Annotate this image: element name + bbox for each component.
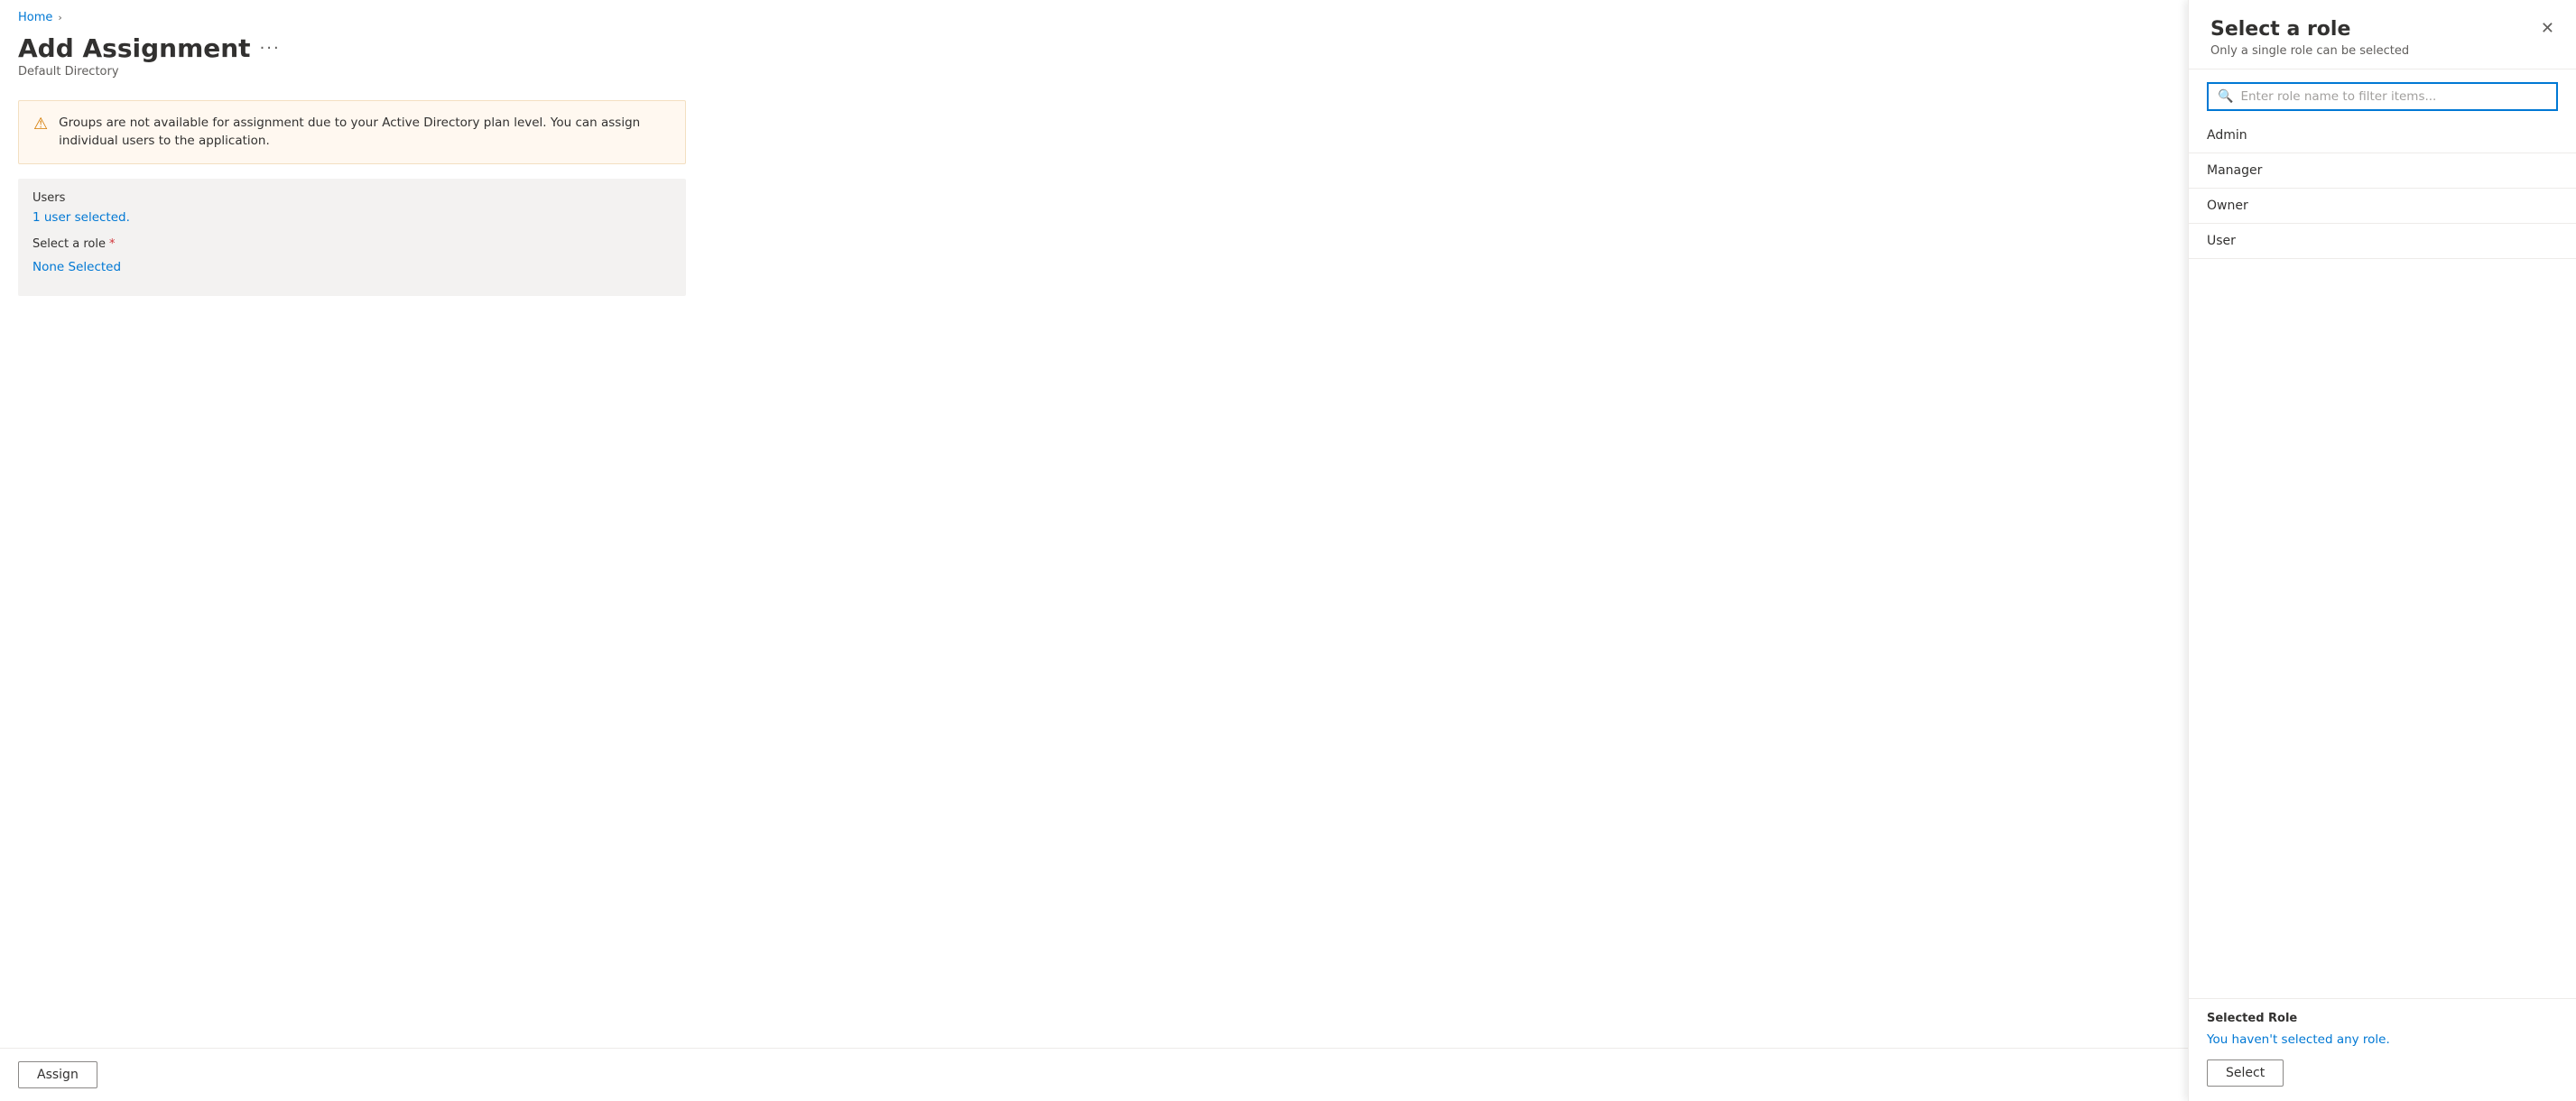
breadcrumb-home-link[interactable]: Home (18, 11, 52, 24)
selected-role-label: Selected Role (2207, 1012, 2558, 1025)
page-subtitle: Default Directory (18, 65, 2558, 79)
warning-banner: ⚠ Groups are not available for assignmen… (18, 100, 686, 164)
more-options-icon[interactable]: ··· (260, 39, 281, 58)
users-selected-link[interactable]: 1 user selected. (32, 210, 130, 225)
role-search-input[interactable] (2240, 89, 2547, 104)
role-field-label: Select a role (32, 237, 106, 251)
role-list-item[interactable]: User (2189, 224, 2576, 259)
users-section-label: Users (32, 191, 672, 205)
role-list-item[interactable]: Owner (2189, 189, 2576, 224)
select-button[interactable]: Select (2207, 1059, 2284, 1087)
none-selected-value[interactable]: None Selected (32, 256, 672, 278)
panel-subtitle: Only a single role can be selected (2210, 44, 2409, 58)
page-title: Add Assignment (18, 33, 251, 63)
page-title-row: Add Assignment ··· (18, 33, 2558, 63)
panel-footer: Selected Role You haven't selected any r… (2189, 998, 2576, 1101)
role-list-item[interactable]: Manager (2189, 153, 2576, 189)
panel-header: Select a role Only a single role can be … (2189, 0, 2576, 69)
select-role-panel: Select a role Only a single role can be … (2188, 0, 2576, 1101)
no-role-selected-text: You haven't selected any role. (2207, 1032, 2558, 1047)
panel-close-button[interactable]: ✕ (2537, 18, 2558, 38)
assignment-section: Users 1 user selected. Select a role * N… (18, 179, 686, 296)
breadcrumb-separator: › (58, 12, 61, 23)
warning-text: Groups are not available for assignment … (59, 114, 671, 151)
bottom-bar: Assign (0, 1048, 2188, 1101)
warning-icon: ⚠ (33, 115, 48, 134)
assign-button[interactable]: Assign (18, 1061, 97, 1088)
roles-list: AdminManagerOwnerUser (2189, 118, 2576, 998)
required-marker: * (109, 237, 116, 251)
role-list-item[interactable]: Admin (2189, 118, 2576, 153)
panel-search-area: 🔍 (2189, 69, 2576, 111)
search-icon: 🔍 (2218, 89, 2233, 104)
panel-header-text: Select a role Only a single role can be … (2210, 18, 2409, 58)
panel-title: Select a role (2210, 18, 2409, 41)
search-box: 🔍 (2207, 82, 2558, 111)
role-label-row: Select a role * (32, 237, 672, 251)
